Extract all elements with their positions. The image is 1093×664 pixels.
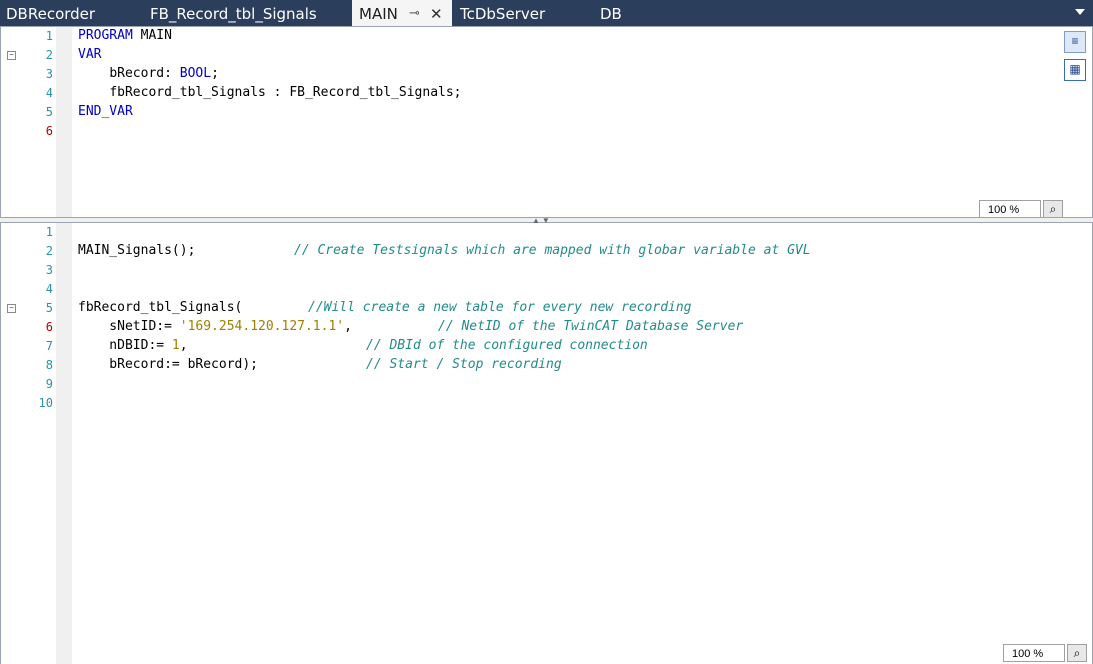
code-comment: // Create Testsignals which are mapped w… (294, 243, 811, 258)
code-line: PROGRAM MAIN (78, 28, 172, 43)
tab-fb-record-tbl-signals[interactable]: FB_Record_tbl_Signals (150, 0, 317, 26)
close-icon[interactable]: ✕ (430, 0, 443, 28)
view-toolbar: ≡ ▦ (1064, 31, 1088, 87)
tab-tcdbserver[interactable]: TcDbServer (460, 0, 545, 26)
editor-tab-bar: DBRecorder FB_Record_tbl_Signals MAIN ⊸ … (0, 0, 1093, 26)
line-number: 4 (45, 86, 53, 100)
zoom-icon[interactable]: ⌕ (1067, 644, 1087, 662)
line-number: 1 (45, 29, 53, 43)
code-line: fbRecord_tbl_Signals( (78, 300, 243, 315)
line-number: 3 (45, 263, 53, 277)
code-comment: // DBId of the configured connection (366, 338, 648, 353)
line-number: 9 (45, 377, 53, 391)
line-number: 3 (45, 67, 53, 81)
pin-icon[interactable]: ⊸ (409, 0, 420, 28)
declaration-code[interactable]: PROGRAM MAIN VAR bRecord: BOOL; fbRecord… (78, 27, 1062, 217)
line-number: 5 (45, 105, 53, 119)
tabular-view-icon[interactable]: ▦ (1064, 59, 1086, 81)
tab-list-dropdown-icon[interactable] (1075, 9, 1085, 15)
collapse-icon[interactable]: − (7, 51, 16, 60)
line-number: 7 (45, 339, 53, 353)
code-line: bRecord: BOOL; (109, 66, 219, 81)
line-number: 6 (45, 124, 53, 138)
zoom-icon[interactable]: ⌕ (1043, 200, 1063, 218)
tab-main[interactable]: MAIN ⊸ ✕ (352, 0, 452, 26)
code-comment: // NetID of the TwinCAT Database Server (438, 319, 744, 334)
code-line: fbRecord_tbl_Signals : FB_Record_tbl_Sig… (109, 85, 462, 100)
code-line: bRecord:= bRecord); (78, 357, 259, 372)
line-number-gutter: 1 2 3 4 5 6 7 8 9 10 − (1, 223, 56, 664)
code-line: nDBID:= 1, (78, 338, 188, 353)
collapse-icon[interactable]: − (7, 304, 16, 313)
code-comment: // Start / Stop recording (366, 357, 562, 372)
code-line: MAIN_Signals(); (78, 243, 196, 258)
editor-margin (56, 27, 72, 217)
zoom-level[interactable]: 100 % (1003, 644, 1065, 662)
line-number: 2 (45, 244, 53, 258)
code-line: END_VAR (78, 104, 133, 119)
implementation-code[interactable]: MAIN_Signals(); // Create Testsignals wh… (78, 223, 1062, 664)
line-number: 6 (45, 320, 53, 334)
tab-db[interactable]: DB (600, 0, 622, 26)
line-number: 4 (45, 282, 53, 296)
code-line: VAR (78, 47, 102, 62)
line-number: 8 (45, 358, 53, 372)
editor-margin (56, 223, 72, 664)
line-number: 1 (45, 225, 53, 239)
textual-view-icon[interactable]: ≡ (1064, 31, 1086, 53)
tab-dbrecorder[interactable]: DBRecorder (6, 0, 95, 26)
code-line: sNetID:= '169.254.120.127.1.1', (78, 319, 352, 334)
line-number: 10 (38, 396, 53, 410)
line-number-gutter: 1 2 3 4 5 6 − (1, 27, 56, 217)
code-comment: //Will create a new table for every new … (308, 300, 692, 315)
implementation-editor[interactable]: 1 2 3 4 5 6 7 8 9 10 − MAIN_Signals(); /… (0, 223, 1093, 664)
declaration-editor[interactable]: 1 2 3 4 5 6 − PROGRAM MAIN VAR bRecord: … (0, 26, 1093, 218)
zoom-level[interactable]: 100 % (979, 200, 1041, 218)
tab-main-label: MAIN (359, 5, 398, 23)
